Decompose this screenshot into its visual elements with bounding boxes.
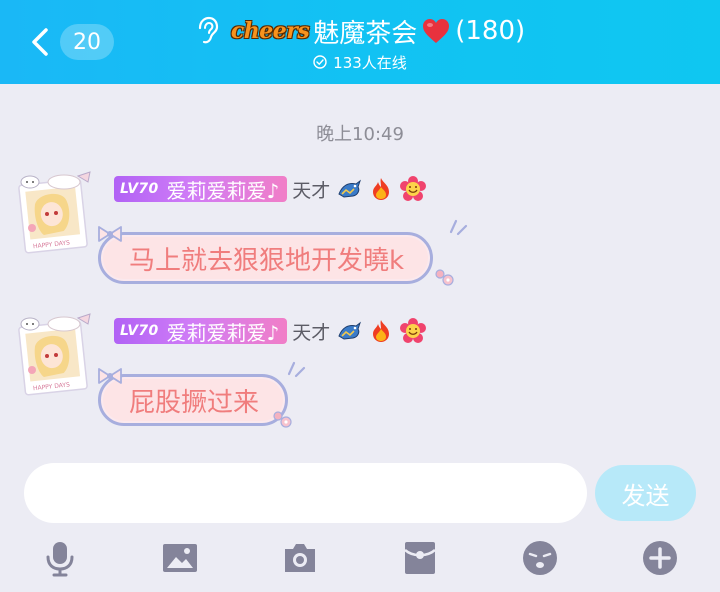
send-button[interactable]: 发送 (595, 465, 696, 521)
message-bubble[interactable]: 马上就去狠狠地开发曉k (98, 232, 434, 284)
message-input[interactable] (24, 463, 587, 523)
member-count: (180) (455, 16, 526, 46)
input-toolbar (0, 530, 720, 586)
sender-info: LV70 爱莉爱莉爱♪ 天才 (114, 317, 427, 345)
microphone-icon (46, 542, 74, 577)
chat-header: 20 cheers 魅魔茶会 (180) 133人在线 (0, 0, 720, 84)
red-packet-icon (404, 542, 436, 574)
dragon-icon (338, 179, 362, 198)
group-name: 魅魔茶会 (313, 18, 418, 49)
image-icon (163, 544, 197, 572)
image-button[interactable] (158, 536, 202, 580)
camera-icon (285, 544, 315, 572)
chat-message: HAPPY DAYS LV70 爱莉爱莉爱♪ 天才 屁股撅过来 (0, 312, 720, 432)
voice-button[interactable] (38, 536, 82, 580)
sparkle-decoration-icon (287, 361, 306, 378)
sender-nickname: 爱莉爱莉爱♪ (166, 178, 280, 203)
sender-avatar[interactable]: HAPPY DAYS (16, 170, 94, 254)
flower-decoration-icon (435, 269, 454, 286)
camera-button[interactable] (278, 536, 322, 580)
heart-icon (423, 19, 450, 43)
message-bubble[interactable]: 屁股撅过来 (98, 374, 289, 426)
fire-icon (373, 178, 390, 200)
level-badge[interactable]: LV70 爱莉爱莉爱♪ (114, 318, 288, 345)
flower-smile-icon (400, 318, 427, 343)
online-check-icon (313, 55, 327, 69)
online-count-text: 133人在线 (333, 53, 407, 72)
message-timestamp: 晚上10:49 (316, 124, 404, 145)
sender-avatar[interactable]: HAPPY DAYS (16, 312, 94, 396)
more-button[interactable] (638, 536, 682, 580)
bow-decoration-icon (98, 226, 122, 242)
flower-smile-icon (400, 176, 427, 201)
sender-nickname: 爱莉爱莉爱♪ (166, 320, 280, 345)
sender-info: LV70 爱莉爱莉爱♪ 天才 (114, 175, 427, 203)
emoji-icon (523, 541, 557, 575)
flower-decoration-icon (273, 411, 292, 428)
plus-icon (643, 541, 677, 575)
bow-decoration-icon (98, 368, 122, 384)
level-text: LV70 (120, 323, 159, 339)
online-status[interactable]: 133人在线 (0, 52, 720, 72)
sparkle-decoration-icon (449, 219, 468, 236)
title-badge: 天才 (292, 179, 331, 202)
chat-message: HAPPY DAYS LV70 爱莉爱莉爱♪ 天才 马上就去狠狠地开发曉k (0, 170, 720, 290)
fire-icon (373, 320, 390, 342)
red-packet-button[interactable] (398, 536, 442, 580)
level-badge[interactable]: LV70 爱莉爱莉爱♪ (114, 176, 288, 203)
level-text: LV70 (120, 181, 159, 197)
ear-icon[interactable] (195, 16, 219, 46)
message-text: 屁股撅过来 (129, 387, 260, 418)
emoji-button[interactable] (518, 536, 562, 580)
dragon-icon (338, 321, 362, 340)
cheers-logo: cheers (230, 18, 310, 44)
title-row: cheers 魅魔茶会 (180) (0, 12, 720, 50)
title-badge: 天才 (292, 321, 331, 344)
message-text: 马上就去狠狠地开发曉k (129, 245, 405, 276)
